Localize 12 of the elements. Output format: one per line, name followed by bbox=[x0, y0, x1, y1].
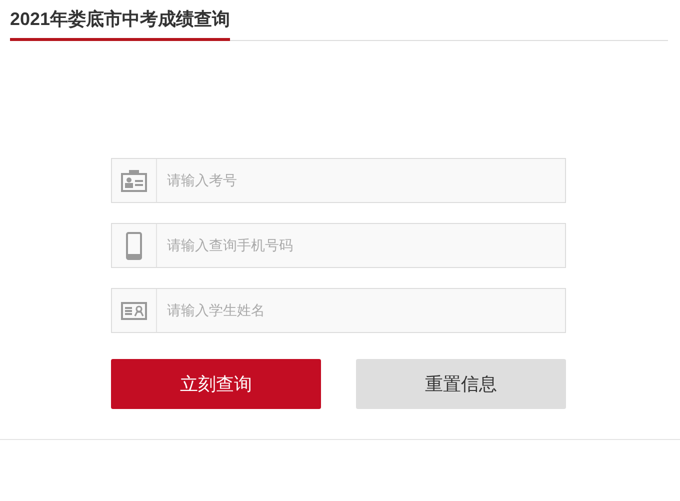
reset-button[interactable]: 重置信息 bbox=[356, 359, 566, 409]
id-badge-icon bbox=[121, 170, 147, 192]
input-field[interactable]: 请输入查询手机号码 bbox=[157, 235, 565, 256]
id-card-icon bbox=[121, 302, 147, 320]
query-button[interactable]: 立刻查询 bbox=[111, 359, 321, 409]
input-field[interactable]: 请输入学生姓名 bbox=[157, 300, 565, 321]
input-field[interactable]: 请输入考号 bbox=[157, 170, 565, 191]
text-field[interactable]: 请输入学生姓名 bbox=[111, 288, 566, 333]
phone-icon bbox=[126, 232, 142, 260]
text-field[interactable]: 请输入查询手机号码 bbox=[111, 223, 566, 268]
page-title: 2021年娄底市中考成绩查询 bbox=[10, 6, 230, 41]
text-field[interactable]: 请输入考号 bbox=[111, 158, 566, 203]
